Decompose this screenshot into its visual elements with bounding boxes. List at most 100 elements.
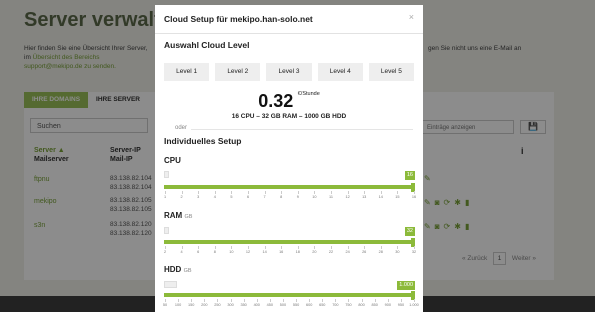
tick-label: 28 — [378, 250, 383, 254]
tick-label: 150 — [188, 303, 195, 307]
ram-label: RAM GB — [164, 211, 193, 220]
tick-label: 650 — [319, 303, 326, 307]
tick-mark — [264, 191, 266, 194]
tick-label: 600 — [305, 303, 313, 307]
tick-mark — [348, 299, 350, 302]
tick-label: 13 — [362, 195, 367, 199]
price-unit: €/Stunde — [297, 91, 320, 97]
tick-mark — [331, 191, 332, 194]
tick-mark — [322, 299, 324, 302]
tick-mark — [256, 299, 258, 302]
tick-label: 3 — [197, 195, 200, 199]
level-heading: Auswahl Cloud Level — [164, 40, 250, 50]
level-buttons: Level 1 Level 2 Level 3 Level 4 Level 5 — [164, 63, 415, 81]
tick-label: 1 — [163, 195, 167, 199]
tick-mark — [281, 191, 283, 194]
tick-mark — [231, 246, 233, 249]
tick-label: 550 — [292, 303, 300, 307]
tick-label: 950 — [397, 303, 405, 307]
cpu-label: CPU — [164, 156, 181, 165]
tick-label: 6 — [246, 195, 250, 199]
tick-label: 12 — [345, 195, 350, 199]
tick-label: 18 — [295, 250, 300, 254]
tick-label: 8 — [213, 250, 216, 254]
level-2-button[interactable]: Level 2 — [215, 63, 261, 81]
tick-label: 500 — [279, 303, 287, 307]
ram-tick-labels: 2 4 6 8 10 12 14 16 18 20 22 24 26 28 30 32 — [163, 250, 417, 256]
tick-mark — [331, 246, 332, 249]
ram-value-badge: 32 — [404, 227, 415, 236]
tick-mark — [264, 246, 266, 249]
tick-label: 16 — [411, 195, 417, 199]
tick-label: 700 — [332, 303, 339, 307]
level-5-button[interactable]: Level 5 — [368, 63, 415, 81]
tick-mark — [281, 246, 283, 249]
tick-mark — [181, 246, 183, 249]
tick-label: 400 — [253, 303, 260, 307]
tick-label: 14 — [378, 195, 383, 199]
tick-mark — [248, 246, 249, 249]
tick-label: 2 — [163, 250, 167, 254]
tick-label: 800 — [358, 303, 365, 307]
tick-label: 32 — [411, 250, 417, 254]
tick-label: 8 — [280, 195, 283, 199]
tick-label: 300 — [227, 303, 234, 307]
tick-label: 20 — [312, 250, 317, 254]
tick-mark — [400, 299, 402, 302]
tick-mark — [191, 299, 193, 302]
cpu-value-badge: 16 — [404, 171, 415, 180]
tick-mark — [314, 191, 316, 194]
tick-label: 11 — [329, 195, 333, 199]
tick-mark — [230, 299, 232, 302]
tick-mark — [243, 299, 245, 302]
tick-label: 250 — [214, 303, 221, 307]
tick-label: 850 — [371, 303, 378, 307]
tick-label: 9 — [296, 195, 299, 199]
tick-label: 200 — [201, 303, 208, 307]
cloud-setup-modal: Cloud Setup für mekipo.han-solo.net × Au… — [155, 5, 423, 312]
tick-mark — [296, 299, 298, 302]
price-display: 0.32 €/Stunde — [155, 91, 423, 112]
tick-label: 4 — [213, 195, 216, 199]
hdd-value-badge: 1.000 — [397, 281, 415, 290]
tick-mark — [364, 191, 366, 194]
hdd-label: HDD GB — [164, 265, 192, 274]
close-icon[interactable]: × — [409, 12, 414, 22]
tick-mark — [397, 191, 399, 194]
ram-slider-track[interactable] — [164, 240, 415, 244]
tick-label: 6 — [197, 250, 200, 254]
tick-mark — [214, 191, 216, 194]
level-3-button[interactable]: Level 3 — [266, 63, 312, 81]
tick-mark — [165, 299, 166, 302]
tick-mark — [414, 191, 415, 194]
tick-label: 7 — [263, 195, 266, 199]
level-1-button[interactable]: Level 1 — [164, 63, 210, 81]
level-4-button[interactable]: Level 4 — [317, 63, 363, 81]
tick-mark — [380, 246, 382, 249]
divider — [155, 33, 423, 34]
tick-mark — [297, 246, 299, 249]
ram-min-handle[interactable] — [164, 227, 169, 234]
tick-mark — [361, 299, 363, 302]
tick-label: 16 — [279, 250, 284, 254]
tick-mark — [248, 191, 249, 194]
tick-label: 12 — [245, 250, 251, 254]
tick-mark — [314, 246, 316, 249]
tick-mark — [181, 191, 183, 194]
tick-label: 450 — [266, 303, 273, 307]
tick-mark — [165, 246, 166, 249]
tick-label: 50 — [162, 303, 168, 307]
tick-mark — [282, 299, 284, 302]
tick-label: 10 — [229, 250, 234, 254]
tick-mark — [397, 246, 399, 249]
tick-mark — [374, 299, 376, 302]
cpu-min-handle[interactable] — [164, 171, 169, 178]
cpu-slider-track[interactable] — [164, 185, 415, 189]
tick-label: 14 — [262, 250, 267, 254]
tick-mark — [214, 246, 216, 249]
tick-mark — [198, 191, 200, 194]
spec-summary: 16 CPU – 32 GB RAM – 1000 GB HDD — [231, 113, 347, 120]
hdd-min-handle[interactable] — [164, 281, 177, 288]
hdd-slider-track[interactable] — [164, 293, 415, 297]
tick-label: 900 — [384, 303, 391, 307]
